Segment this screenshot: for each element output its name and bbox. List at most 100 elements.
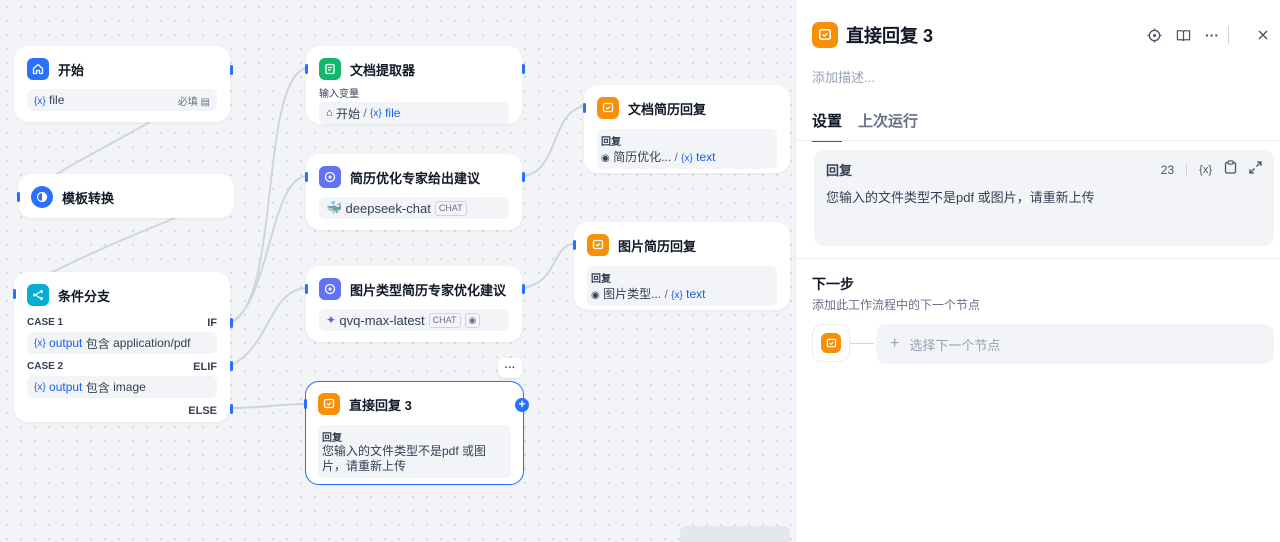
workflow-canvas[interactable]: 开始 {x} file 必填 ▤ 模板转换 条件分支 CASE 1 IF {x}… bbox=[0, 0, 795, 542]
variable-icon: {x} bbox=[370, 107, 382, 119]
variable-icon: {x} bbox=[681, 153, 693, 164]
condition-operator: 包含 bbox=[85, 380, 110, 395]
output-handle[interactable] bbox=[522, 284, 525, 294]
doc-extractor-node[interactable]: 文档提取器 输入变量 ⌂ 开始 / {x} file bbox=[305, 46, 525, 124]
input-handle[interactable] bbox=[17, 192, 20, 202]
node-title: 条件分支 bbox=[58, 288, 111, 304]
node-title: 简历优化专家给出建议 bbox=[350, 170, 481, 186]
variable-name: text bbox=[686, 287, 706, 301]
case-1-condition: {x} output 包含 application/pdf bbox=[27, 332, 217, 354]
divider bbox=[796, 140, 1280, 141]
reply-label: 回复 bbox=[322, 433, 342, 444]
start-node[interactable]: 开始 {x} file 必填 ▤ bbox=[14, 46, 233, 122]
if-handle[interactable] bbox=[230, 318, 233, 328]
next-step-description: 添加此工作流程中的下一个节点 bbox=[812, 298, 981, 312]
close-icon[interactable] bbox=[1253, 26, 1273, 44]
description-input[interactable]: 添加描述... bbox=[812, 67, 875, 86]
resume-advice-node[interactable]: 简历优化专家给出建议 🐳 deepseek-chat CHAT bbox=[305, 154, 525, 230]
else-branch: ELSE bbox=[188, 405, 217, 417]
model-name: deepseek-chat bbox=[345, 200, 431, 216]
tab-last-run[interactable]: 上次运行 bbox=[858, 110, 918, 142]
variable-source: 简历优化... bbox=[613, 150, 672, 164]
case-2-label: CASE 2 bbox=[27, 361, 64, 372]
condition-node[interactable]: 条件分支 CASE 1 IF {x} output 包含 application… bbox=[13, 272, 233, 422]
img-reply-node[interactable]: 图片简历回复 回复 ◉ 图片类型... / {x} text bbox=[573, 222, 790, 310]
condition-value: image bbox=[113, 380, 146, 394]
case-2-condition: {x} output 包含 image bbox=[27, 376, 217, 398]
input-handle[interactable] bbox=[305, 172, 308, 182]
output-handle[interactable] bbox=[522, 64, 525, 74]
connector-line bbox=[850, 343, 874, 344]
locate-icon[interactable] bbox=[1144, 26, 1164, 44]
reply-variable: ◉ 简历优化... / {x} text bbox=[601, 148, 773, 165]
input-handle[interactable] bbox=[583, 103, 586, 113]
char-count: 23 bbox=[1160, 162, 1175, 177]
reply-text[interactable]: 您输入的文件类型不是pdf 或图片，请重新上传 bbox=[826, 187, 1262, 206]
doc-reply-node[interactable]: 文档简历回复 回复 ◉ 简历优化... / {x} text bbox=[583, 85, 790, 173]
model-name: qvq-max-latest bbox=[339, 312, 425, 328]
reply-icon bbox=[587, 234, 609, 256]
node-title: 直接回复 3 bbox=[349, 397, 412, 413]
variable-icon: {x} bbox=[34, 96, 46, 107]
separator: / bbox=[664, 287, 668, 301]
elif-handle[interactable] bbox=[230, 361, 233, 371]
template-node[interactable]: 模板转换 bbox=[17, 174, 234, 218]
template-icon bbox=[31, 186, 53, 208]
input-variable: ⌂ 开始 / {x} file bbox=[319, 102, 509, 124]
input-handle[interactable] bbox=[305, 64, 308, 74]
add-next-node-button[interactable]: + bbox=[515, 398, 529, 412]
llm-icon: ◉ bbox=[601, 153, 610, 164]
reply-label: 回复 bbox=[826, 163, 853, 178]
form-icon: ▤ bbox=[200, 96, 210, 108]
model-selector[interactable]: ✦ qvq-max-latest CHAT ◉ bbox=[319, 309, 509, 331]
node-settings-panel: 直接回复 3 ··· 添加描述... 设置 上次运行 回复 23 {x} 您输入… bbox=[795, 0, 1280, 542]
doc-icon bbox=[319, 58, 341, 80]
next-step-title: 下一步 bbox=[812, 276, 854, 292]
input-handle[interactable] bbox=[13, 289, 16, 299]
reply-label: 回复 bbox=[591, 274, 611, 285]
case-1-label: CASE 1 bbox=[27, 317, 64, 328]
condition-variable: output bbox=[49, 336, 83, 350]
input-handle[interactable] bbox=[573, 240, 576, 250]
model-type-tag: CHAT bbox=[428, 312, 461, 328]
clipboard-icon[interactable] bbox=[1224, 160, 1237, 179]
divider bbox=[796, 258, 1280, 259]
insert-variable-icon[interactable]: {x} bbox=[1199, 164, 1212, 176]
model-selector[interactable]: 🐳 deepseek-chat CHAT bbox=[319, 197, 509, 219]
reply-label: 回复 bbox=[601, 137, 621, 148]
condition-variable: output bbox=[49, 380, 83, 394]
tab-settings[interactable]: 设置 bbox=[812, 110, 843, 142]
required-label: 必填 bbox=[177, 96, 198, 108]
minimap[interactable] bbox=[680, 526, 790, 542]
reply-editor[interactable]: 回复 23 {x} 您输入的文件类型不是pdf 或图片，请重新上传 bbox=[814, 150, 1274, 246]
expand-icon[interactable] bbox=[1249, 160, 1262, 179]
variable-icon: {x} bbox=[671, 290, 683, 301]
variable-name: text bbox=[696, 150, 716, 164]
llm-icon bbox=[319, 278, 341, 300]
separator: / bbox=[363, 106, 367, 120]
direct-reply-node[interactable]: 直接回复 3 回复 您输入的文件类型不是pdf 或图片，请重新上传 + bbox=[304, 381, 529, 485]
branch-icon bbox=[27, 284, 49, 306]
node-more-button[interactable]: ··· bbox=[498, 358, 522, 378]
panel-title[interactable]: 直接回复 3 bbox=[846, 22, 933, 48]
output-handle[interactable] bbox=[230, 65, 233, 75]
variable-icon: {x} bbox=[34, 381, 46, 393]
select-next-node-button[interactable]: + 选择下一个节点 bbox=[876, 324, 1274, 364]
separator: / bbox=[674, 150, 678, 164]
output-handle[interactable] bbox=[522, 172, 525, 182]
divider bbox=[1228, 26, 1229, 44]
input-handle[interactable] bbox=[305, 284, 308, 294]
book-icon[interactable] bbox=[1173, 26, 1193, 44]
reply-icon bbox=[318, 393, 340, 415]
more-icon[interactable]: ··· bbox=[1202, 26, 1222, 44]
condition-operator: 包含 bbox=[85, 336, 110, 351]
input-handle[interactable] bbox=[304, 399, 307, 409]
node-title: 图片类型简历专家优化建议 bbox=[350, 282, 507, 298]
start-variable: {x} file 必填 ▤ bbox=[27, 89, 217, 111]
node-title: 模板转换 bbox=[62, 190, 115, 206]
more-icon: ··· bbox=[504, 362, 516, 374]
divider bbox=[1186, 162, 1188, 177]
else-handle[interactable] bbox=[230, 404, 233, 414]
image-advice-node[interactable]: 图片类型简历专家优化建议 ✦ qvq-max-latest CHAT ◉ bbox=[305, 266, 525, 342]
variable-icon: {x} bbox=[34, 337, 46, 349]
